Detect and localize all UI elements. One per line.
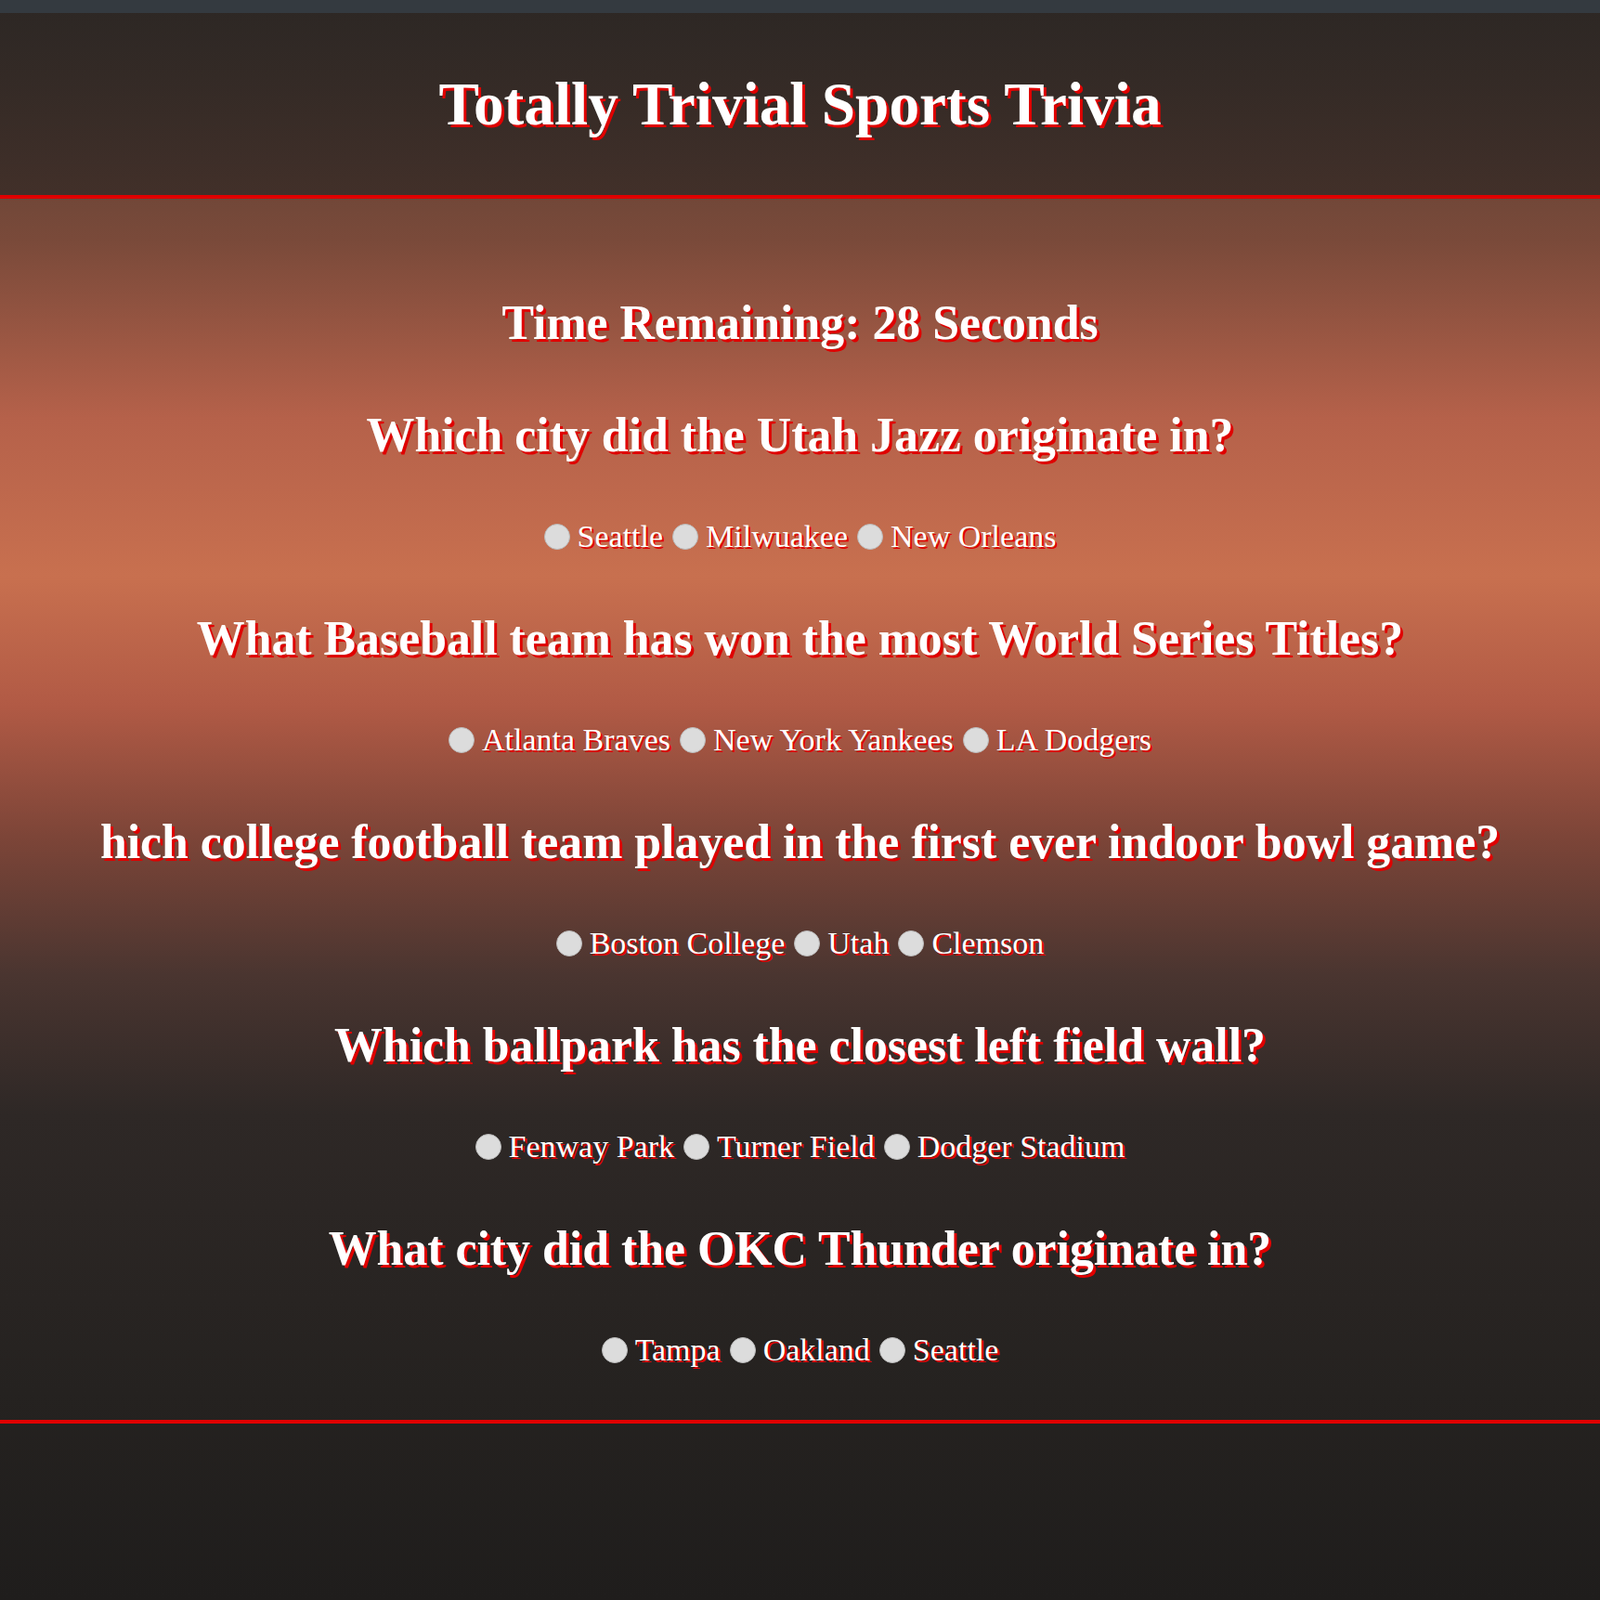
- answer-radio[interactable]: [672, 523, 699, 550]
- question-title: Which ballpark has the closest left fiel…: [5, 1016, 1595, 1075]
- answer-option[interactable]: Fenway Park: [475, 1124, 675, 1170]
- question-list: Which city did the Utah Jazz originate i…: [5, 406, 1595, 1373]
- top-strip: [0, 0, 1600, 14]
- answer-option[interactable]: Turner Field: [683, 1124, 875, 1170]
- answer-radio[interactable]: [897, 930, 924, 957]
- answer-radio[interactable]: [879, 1337, 906, 1364]
- answer-options: Boston College Utah Clemson: [5, 921, 1595, 966]
- answer-option[interactable]: New Orleans: [857, 514, 1056, 560]
- answer-option[interactable]: Seattle: [879, 1327, 1000, 1373]
- answer-label[interactable]: Seattle: [912, 1327, 1000, 1373]
- answer-radio[interactable]: [601, 1337, 628, 1364]
- time-remaining: Time Remaining: 28 Seconds: [5, 294, 1595, 352]
- page-header: Totally Trivial Sports Trivia: [0, 13, 1600, 199]
- answer-radio[interactable]: [962, 727, 989, 754]
- answer-label[interactable]: Tampa: [635, 1327, 721, 1373]
- answer-radio[interactable]: [729, 1337, 756, 1364]
- answer-radio[interactable]: [544, 523, 571, 550]
- answer-radio[interactable]: [679, 727, 706, 754]
- answer-option[interactable]: LA Dodgers: [962, 717, 1152, 763]
- answer-label[interactable]: Fenway Park: [508, 1124, 675, 1170]
- question-title: Which city did the Utah Jazz originate i…: [5, 406, 1595, 465]
- answer-label[interactable]: Clemson: [931, 921, 1044, 966]
- page-title: Totally Trivial Sports Trivia: [438, 67, 1161, 141]
- answer-options: Seattle Milwuakee New Orleans: [5, 514, 1595, 560]
- answer-label[interactable]: Boston College: [589, 921, 786, 966]
- answer-label[interactable]: Turner Field: [716, 1124, 875, 1170]
- question-title: What city did the OKC Thunder originate …: [5, 1220, 1595, 1278]
- answer-label[interactable]: New York Yankees: [713, 717, 954, 763]
- answer-label[interactable]: Milwuakee: [705, 514, 848, 560]
- answer-option[interactable]: Boston College: [556, 921, 786, 966]
- quiz-area: Time Remaining: 28 Seconds Which city di…: [0, 198, 1600, 1424]
- answer-label[interactable]: Seattle: [577, 514, 664, 560]
- answer-label[interactable]: Utah: [827, 921, 889, 966]
- answer-radio[interactable]: [884, 1133, 911, 1160]
- answer-label[interactable]: Dodger Stadium: [917, 1124, 1126, 1170]
- answer-option[interactable]: Seattle: [544, 514, 664, 560]
- answer-option[interactable]: Dodger Stadium: [884, 1124, 1126, 1170]
- answer-radio[interactable]: [556, 930, 583, 957]
- answer-option[interactable]: New York Yankees: [679, 717, 954, 763]
- question-title: What Baseball team has won the most Worl…: [5, 610, 1595, 668]
- answer-option[interactable]: Oakland: [729, 1327, 871, 1373]
- answer-options: Fenway Park Turner Field Dodger Stadium: [5, 1124, 1595, 1170]
- answer-option[interactable]: Utah: [793, 921, 889, 966]
- answer-radio[interactable]: [857, 523, 884, 550]
- answer-option[interactable]: Clemson: [897, 921, 1044, 966]
- answer-label[interactable]: New Orleans: [890, 514, 1056, 560]
- answer-label[interactable]: Oakland: [763, 1327, 871, 1373]
- answer-radio[interactable]: [683, 1133, 710, 1160]
- answer-option[interactable]: Atlanta Braves: [448, 717, 671, 763]
- answer-option[interactable]: Tampa: [601, 1327, 721, 1373]
- answer-label[interactable]: LA Dodgers: [996, 717, 1152, 763]
- question-title: hich college football team played in the…: [5, 813, 1595, 872]
- answer-radio[interactable]: [475, 1133, 502, 1160]
- answer-radio[interactable]: [448, 727, 475, 754]
- answer-label[interactable]: Atlanta Braves: [481, 717, 671, 763]
- answer-option[interactable]: Milwuakee: [672, 514, 848, 560]
- answer-options: Atlanta Braves New York Yankees LA Dodgers: [5, 717, 1595, 763]
- answer-options: Tampa Oakland Seattle: [5, 1327, 1595, 1373]
- answer-radio[interactable]: [793, 930, 820, 957]
